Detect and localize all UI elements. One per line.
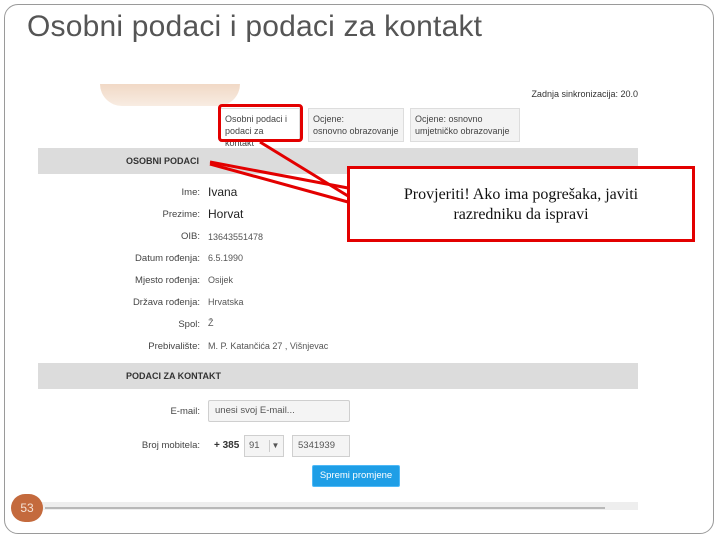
operator-value: 91 [249,440,260,451]
field-value-oib: 13643551478 [208,232,264,242]
field-value-birth-place: Osijek [208,275,234,285]
tab-highlight-frame [218,104,303,142]
field-label-gender: Spol: [178,319,200,330]
section-title-personal: OSOBNI PODACI [126,156,200,166]
tab-label-line1: Ocjene: [313,114,345,124]
phone-prefix: + 385 [214,440,240,451]
field-value-gender: Ž [208,318,214,328]
footer-divider [45,507,605,509]
field-label-oib: OIB: [180,231,200,242]
tab-grades-art[interactable]: Ocjene: osnovno umjetničko obrazovanje [410,108,520,142]
note-callout: Provjeriti! Ako ima pogrešaka, javiti ra… [347,166,695,242]
note-text-line2: razredniku da ispravi [453,206,589,223]
app-screenshot: Zadnja sinkronizacija: 20.0 Osobni podac… [38,78,638,510]
section-header-contact: PODACI ZA KONTAKT [38,363,638,389]
chevron-down-icon: ▼ [269,440,281,452]
field-label-first-name: Ime: [181,187,200,198]
tab-label-line2: umjetničko obrazovanje [415,126,510,136]
tab-grades-basic[interactable]: Ocjene: osnovno obrazovanje [308,108,404,142]
field-label-residence: Prebivalište: [148,341,200,352]
field-value-birth-country: Hrvatska [208,297,244,307]
field-value-birth-date: 6.5.1990 [208,253,244,263]
phone-label: Broj mobitela: [141,440,200,451]
page-number-badge: 53 [11,494,43,522]
note-text-line1: Provjeriti! Ako ima pogrešaka, javiti [403,186,639,203]
phone-number-input[interactable]: 5341939 [292,435,350,457]
save-button[interactable]: Spremi promjene [312,465,400,487]
logo-image [100,84,240,106]
tab-label-line1: Ocjene: osnovno [415,114,483,124]
field-value-last-name: Horvat [208,207,244,221]
operator-select[interactable]: 91 ▼ [244,435,284,457]
email-label: E-mail: [170,406,200,417]
field-label-birth-country: Država rođenja: [132,297,200,308]
section-title-contact: PODACI ZA KONTAKT [126,371,221,381]
tab-label-line2: osnovno obrazovanje [313,126,399,136]
field-value-residence: M. P. Katančića 27 , Višnjevac [208,341,329,351]
field-value-first-name: Ivana [208,185,238,199]
field-label-birth-date: Datum rođenja: [135,253,200,264]
field-label-birth-place: Mjesto rođenja: [135,275,200,286]
field-label-last-name: Prezime: [162,209,200,220]
email-input[interactable]: unesi svoj E-mail... [208,400,350,422]
sync-status: Zadnja sinkronizacija: 20.0 [531,89,638,99]
slide-title: Osobni podaci i podaci za kontakt [27,10,483,43]
